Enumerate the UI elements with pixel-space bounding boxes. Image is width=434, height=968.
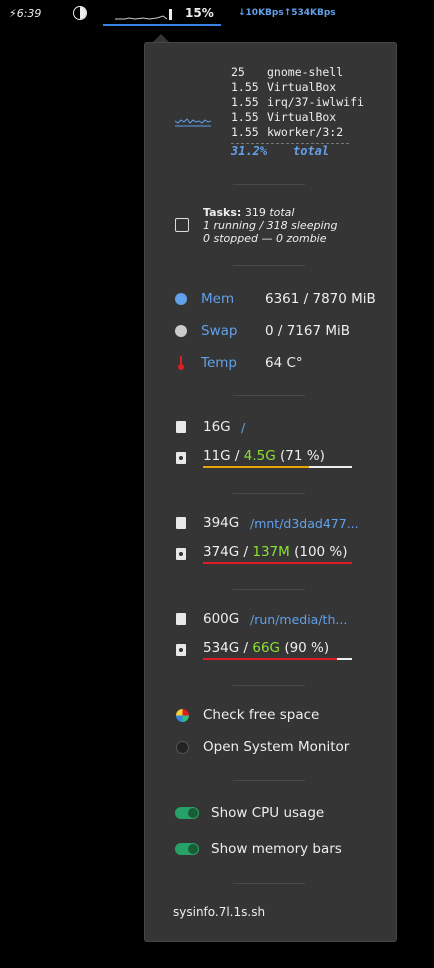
drive-path[interactable]: /mnt/d3dad477... — [250, 516, 359, 531]
system-monitor-icon — [176, 741, 189, 754]
harddisk-icon — [176, 452, 186, 464]
swap-value: 0 / 7167 MiB — [265, 323, 351, 339]
separator — [233, 395, 305, 396]
process-list: 25 gnome-shell 1.55 VirtualBox 1.55 irq/37-… — [231, 65, 364, 159]
process-row[interactable]: 1.55 VirtualBox — [231, 110, 364, 125]
show-cpu-usage-switch[interactable] — [175, 807, 199, 819]
drive-size: 16G — [203, 419, 231, 435]
drive-path[interactable]: /run/media/th... — [250, 612, 347, 627]
active-indicator-underline — [103, 24, 221, 26]
cpu-total-row: 31.2% total — [231, 144, 330, 158]
process-row[interactable]: 1.55 irq/37-iwlwifi — [231, 95, 364, 110]
separator — [233, 589, 305, 590]
disk-usage-analyzer-icon — [176, 709, 189, 722]
show-cpu-usage-label[interactable]: Show CPU usage — [211, 805, 324, 821]
show-memory-bars-label[interactable]: Show memory bars — [211, 841, 342, 857]
cpu-percent-indicator[interactable]: 15% — [185, 6, 214, 20]
drive-usage-bar — [203, 562, 352, 564]
separator — [233, 780, 305, 781]
process-row[interactable]: 1.55 kworker/3:2 — [231, 125, 364, 140]
separator — [233, 184, 305, 185]
check-free-space-button[interactable]: Check free space — [203, 707, 319, 723]
drive-path[interactable]: / — [241, 420, 245, 435]
drive-usage-fill — [203, 466, 309, 468]
memory-pie-icon — [175, 293, 187, 305]
drive-usage: 534G / 66G (90 %) — [203, 640, 330, 656]
separator — [233, 685, 305, 686]
harddisk-icon — [176, 548, 186, 560]
drive-usage-fill — [203, 562, 352, 564]
harddisk-icon — [176, 644, 186, 656]
swap-disc-icon — [175, 325, 187, 337]
top-panel: ⚡6:39 15% ↓10KBps↑534KBps — [0, 0, 434, 28]
night-light-icon[interactable] — [73, 6, 87, 20]
mem-value: 6361 / 7870 MiB — [265, 291, 376, 307]
swap-label: Swap — [201, 323, 238, 339]
thermometer-icon — [178, 356, 184, 370]
drive-usage: 11G / 4.5G (71 %) — [203, 448, 325, 464]
activity-icon — [175, 218, 189, 232]
process-row[interactable]: 1.55 VirtualBox — [231, 80, 364, 95]
drive-icon — [176, 613, 186, 625]
cpu-graph-icon — [175, 118, 211, 127]
temp-label: Temp — [201, 355, 237, 371]
drive-usage-bar — [203, 658, 352, 660]
clock-label[interactable]: ⚡6:39 — [9, 7, 41, 20]
network-speed-indicator[interactable]: ↓10KBps↑534KBps — [238, 8, 336, 18]
drive-usage: 374G / 137M (100 %) — [203, 544, 348, 560]
tasks-summary[interactable]: Tasks: 319 total 1 running / 318 sleepin… — [203, 206, 337, 245]
drive-icon — [176, 517, 186, 529]
separator — [233, 265, 305, 266]
drive-size: 600G — [203, 611, 240, 627]
process-row[interactable]: 25 gnome-shell — [231, 65, 364, 80]
temp-value: 64 C° — [265, 355, 303, 371]
cpu-sparkline-icon[interactable] — [115, 8, 167, 20]
show-memory-bars-switch[interactable] — [175, 843, 199, 855]
drive-size: 394G — [203, 515, 240, 531]
drive-usage-fill — [203, 658, 338, 660]
drive-usage-bar — [203, 466, 352, 468]
separator — [233, 493, 305, 494]
memory-bar-icon[interactable] — [169, 9, 172, 20]
drive-icon — [176, 421, 186, 433]
plugin-name[interactable]: sysinfo.7l.1s.sh — [173, 905, 265, 919]
open-system-monitor-button[interactable]: Open System Monitor — [203, 739, 349, 755]
mem-label: Mem — [201, 291, 235, 307]
separator — [233, 883, 305, 884]
sysinfo-menu: 25 gnome-shell 1.55 VirtualBox 1.55 irq/37-… — [144, 42, 397, 942]
